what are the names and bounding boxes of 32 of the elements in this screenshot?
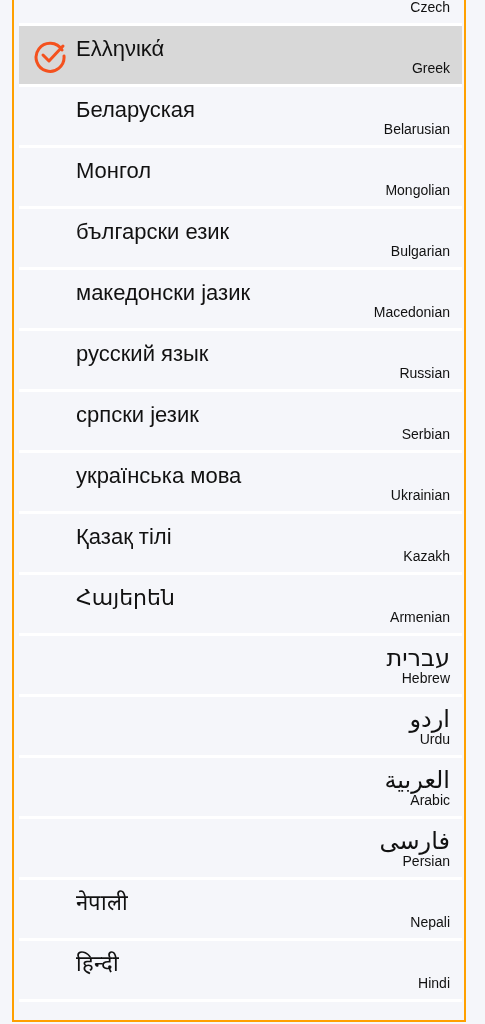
language-native-name: नेपाली [76, 890, 128, 916]
language-english-name: Macedonian [373, 304, 450, 320]
language-native-name: македонски јазик [76, 280, 251, 306]
language-native-name: हिन्दी [76, 951, 119, 977]
language-english-name: Greek [411, 60, 450, 76]
language-english-name: Ukrainian [390, 487, 450, 503]
language-native-name: Հայերեն [76, 585, 175, 611]
language-native-name: Қазақ тілі [76, 524, 172, 550]
language-english-name: Serbian [401, 426, 450, 442]
language-native-name: українська мова [76, 463, 242, 489]
language-english-name: Russian [399, 365, 450, 381]
language-english-name: Czech [410, 0, 450, 15]
language-english-name: Belarusian [383, 121, 450, 137]
checkmark-icon [33, 39, 67, 73]
language-native-name: български език [76, 219, 230, 245]
language-english-name: Hindi [418, 975, 450, 991]
language-native-name: Беларуская [76, 97, 195, 123]
language-native-name: Монгол [76, 158, 152, 184]
language-native-name: Ελληνικά [76, 36, 165, 62]
language-english-name: Nepali [410, 914, 450, 930]
language-english-name: Armenian [390, 609, 450, 625]
language-native-name: فارسی [379, 827, 450, 855]
language-native-name: اردو [409, 705, 450, 733]
language-english-name: Bulgarian [390, 243, 450, 259]
language-english-name: Mongolian [385, 182, 450, 198]
language-native-name: русский язык [76, 341, 209, 367]
language-native-name: العربية [384, 766, 450, 794]
language-item[interactable]: Ελληνικά Greek [19, 23, 462, 84]
language-native-name: עברית [386, 644, 450, 672]
language-english-name: Kazakh [403, 548, 450, 564]
language-native-name: српски језик [76, 402, 199, 428]
language-english-name: Hebrew [401, 670, 450, 686]
